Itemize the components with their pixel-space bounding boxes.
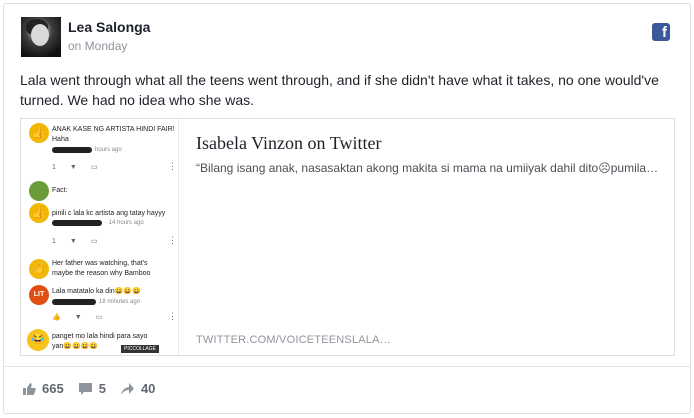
- divider: [4, 366, 690, 367]
- thumbs-up-icon: [23, 382, 36, 395]
- share-stat[interactable]: 40: [120, 381, 155, 396]
- thumb-comment-meta: · 14 hours ago: [105, 220, 144, 226]
- thumb-like-count: 1: [52, 164, 56, 171]
- engagement-bar: 665 5 40: [22, 381, 169, 396]
- share-arrow-icon: [120, 382, 134, 395]
- thumb-comment-text: Lala matatalo ka din😀😀😀: [52, 288, 141, 295]
- more-icon: ⋮: [168, 235, 177, 245]
- watermark: PICCOLLAGE: [121, 345, 159, 353]
- thumb-comment-sub: Haha: [52, 136, 69, 143]
- thumb-action-row: 1 ▼ ▭: [52, 238, 98, 245]
- lit-emoji: LIT: [29, 285, 49, 305]
- avatar-face: [31, 24, 49, 46]
- link-thumbnail[interactable]: 👍 ANAK KASE NG ARTISTA HINDI FAIR! Haha …: [21, 119, 179, 355]
- post-text: Lala went through what all the teens wen…: [20, 72, 659, 108]
- like-count: 665: [42, 381, 64, 396]
- link-domain: TWITTER.COM/VOICETEENSLALA…: [196, 334, 391, 346]
- thumb-comment-meta: 18 minutes ago: [99, 299, 141, 305]
- thumb-action-row: 👍 ▼ ▭: [52, 314, 103, 321]
- comment-icon: [78, 382, 92, 395]
- author-name[interactable]: Lea Salonga: [68, 19, 150, 35]
- redaction-bar: [52, 299, 96, 305]
- thumb-comment-sub: yan😀😀😀😀: [52, 343, 99, 350]
- comment-stat[interactable]: 5: [78, 381, 106, 396]
- facebook-icon[interactable]: f: [652, 23, 670, 41]
- clap-emoji: 👏: [29, 259, 49, 279]
- more-icon: ⋮: [168, 311, 177, 321]
- thumb-like-count: 1: [52, 238, 56, 245]
- thumb-comment-text: pinili c lala kc artista ang tatay hayyy: [52, 210, 166, 217]
- embedded-post: Lea Salonga on Monday f Lala went throug…: [3, 3, 691, 414]
- like-stat[interactable]: 665: [22, 381, 64, 396]
- link-title[interactable]: Isabela Vinzon on Twitter: [196, 133, 381, 154]
- link-description: “Bilang isang anak, nasasaktan akong mak…: [196, 161, 659, 175]
- thumbs-up-emoji: 👍: [29, 123, 49, 143]
- thumbs-up-emoji: 👍: [29, 203, 49, 223]
- link-card[interactable]: 👍 ANAK KASE NG ARTISTA HINDI FAIR! Haha …: [20, 118, 675, 356]
- green-emoji: [29, 181, 49, 201]
- thumb-comment-sub: maybe the reason why Bamboo: [52, 270, 151, 277]
- comment-count: 5: [98, 381, 106, 396]
- thumb-comment-meta: hours ago: [95, 147, 122, 153]
- thumb-comment-text: Fact:: [52, 187, 68, 194]
- thumb-comment-text: panget mo lala hindi para sayo: [52, 333, 148, 340]
- redaction-bar: [52, 220, 102, 226]
- redaction-bar: [52, 147, 92, 153]
- thumb-comment-text: Her father was watching, that's: [52, 260, 148, 267]
- thumb-action-row: 1 ▼ ▭: [52, 164, 98, 171]
- laughing-emoji: 😂: [27, 329, 49, 351]
- thumb-comment-text: ANAK KASE NG ARTISTA HINDI FAIR!: [52, 126, 175, 133]
- share-count: 40: [140, 381, 156, 396]
- avatar[interactable]: [21, 17, 61, 57]
- more-icon: ⋮: [168, 161, 177, 171]
- post-timestamp[interactable]: on Monday: [68, 39, 127, 53]
